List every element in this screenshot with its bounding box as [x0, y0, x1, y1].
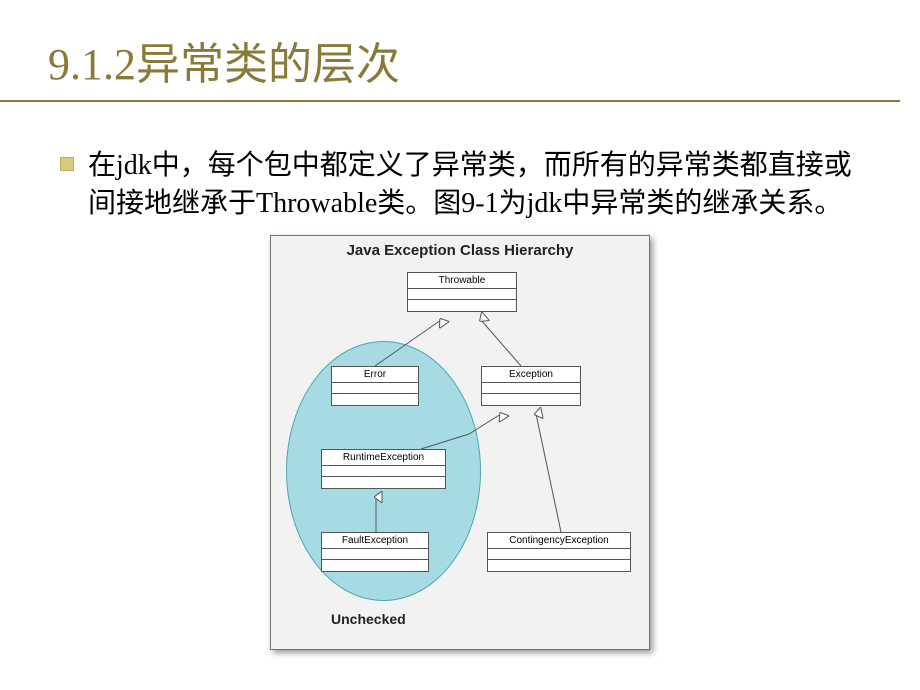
- diagram-title: Java Exception Class Hierarchy: [271, 236, 649, 261]
- diagram-container: Java Exception Class Hierarchy Unchecked…: [0, 235, 920, 650]
- node-label: Error: [332, 367, 418, 383]
- node-exception: Exception: [481, 366, 581, 406]
- exception-hierarchy-diagram: Java Exception Class Hierarchy Unchecked…: [270, 235, 650, 650]
- node-label: Throwable: [408, 273, 516, 289]
- node-faultexception: FaultException: [321, 532, 429, 572]
- unchecked-label: Unchecked: [331, 611, 406, 627]
- node-throwable: Throwable: [407, 272, 517, 312]
- slide: 9.1.2异常类的层次 在jdk中，每个包中都定义了异常类，而所有的异常类都直接…: [0, 0, 920, 690]
- node-contingencyexception: ContingencyException: [487, 532, 631, 572]
- node-label: ContingencyException: [488, 533, 630, 549]
- node-label: RuntimeException: [322, 450, 445, 466]
- node-runtimeexception: RuntimeException: [321, 449, 446, 489]
- body-paragraph: 在jdk中，每个包中都定义了异常类，而所有的异常类都直接或间接地继承于Throw…: [88, 147, 860, 223]
- bullet-icon: [60, 157, 74, 171]
- slide-title: 9.1.2异常类的层次: [0, 0, 900, 102]
- body-row: 在jdk中，每个包中都定义了异常类，而所有的异常类都直接或间接地继承于Throw…: [0, 102, 920, 223]
- node-error: Error: [331, 366, 419, 406]
- node-label: Exception: [482, 367, 580, 383]
- node-label: FaultException: [322, 533, 428, 549]
